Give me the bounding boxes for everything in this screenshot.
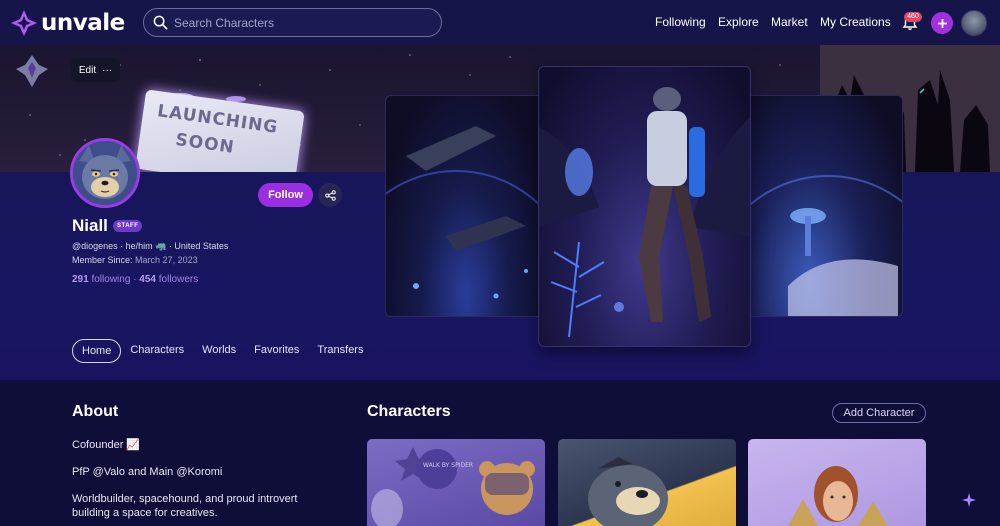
share-button[interactable] [318,183,342,207]
characters-heading: Characters [367,403,451,420]
sign-line1: LAUNCHING [156,101,280,138]
share-icon [324,189,336,201]
wolf-avatar-icon [73,141,137,205]
create-button[interactable] [931,12,953,34]
grey-bear-art [588,457,668,526]
sign-line2: SOON [174,129,236,158]
followers-count: 454 [139,274,156,285]
member-since-value: March 27, 2023 [135,255,198,265]
top-nav: unvale Following Explore Market My Creat… [0,0,1000,45]
character-card[interactable] [748,439,926,526]
nav-link-market[interactable]: Market [771,15,808,29]
card-sign-text: WALK BY SPIDER [423,462,473,469]
unvale-logo-icon [11,10,37,36]
brand-logo[interactable]: unvale [10,9,125,37]
notification-badge: 460 [904,12,922,22]
search-icon [153,15,168,30]
follow-button[interactable]: Follow [258,183,313,207]
tab-transfers[interactable]: Transfers [308,339,372,363]
plus-icon [937,18,947,28]
tab-worlds[interactable]: Worlds [193,339,245,363]
member-since: Member Since: March 27, 2023 [72,255,198,265]
add-character-button[interactable]: Add Character [832,403,926,423]
followers-link[interactable]: 454 followers [139,274,198,285]
profile-meta: @diogenes · he/him 🦏 · United States [72,241,229,251]
profile-name: Niall [72,216,108,235]
about-line-pfp: PfP @Valo and Main @Koromi [72,466,223,478]
about-heading: About [72,403,119,420]
profile-tabs: Home Characters Worlds Favorites Transfe… [72,339,372,363]
about-line-bio: Worldbuilder, spacehound, and proud intr… [72,493,298,519]
bear-astronaut-art: WALK BY SPIDER [371,447,535,526]
member-since-label: Member Since: [72,255,133,265]
follow-counts: 291 following · 454 followers [72,274,198,285]
followers-label: followers [158,274,199,285]
tab-characters[interactable]: Characters [121,339,193,363]
mushroom-scene-art [748,175,902,316]
featured-art-left[interactable] [386,96,546,316]
following-label: following [91,274,131,285]
nav-link-my-creations[interactable]: My Creations [820,15,891,29]
following-link[interactable]: 291 following [72,274,130,285]
edit-label: Edit [78,64,97,76]
tab-favorites[interactable]: Favorites [245,339,308,363]
brand-name: unvale [41,10,125,36]
featured-art-right[interactable] [748,96,902,316]
search-input[interactable] [174,15,414,30]
edit-banner-button[interactable]: Edit ··· [71,58,120,82]
more-icon: ··· [102,64,113,76]
banner-emblem-icon [16,55,48,87]
count-separator: · [133,274,137,285]
sparkle-icon[interactable] [962,493,976,507]
featured-art-main[interactable] [539,67,750,346]
nav-link-following[interactable]: Following [655,15,706,29]
character-card[interactable] [558,439,736,526]
red-haired-character-art [788,466,888,526]
tab-home[interactable]: Home [72,339,122,363]
nav-link-explore[interactable]: Explore [718,15,759,29]
search-bar[interactable] [143,8,442,37]
following-count: 291 [72,274,89,285]
user-avatar[interactable] [961,10,987,36]
profile-avatar[interactable] [70,138,140,208]
wolf-character-art [539,87,750,338]
staff-badge: STAFF [113,220,143,232]
character-card[interactable]: WALK BY SPIDER [367,439,545,526]
about-line-cofounder: Cofounder 📈 [72,439,141,451]
spaceship-scene-art [386,126,546,299]
